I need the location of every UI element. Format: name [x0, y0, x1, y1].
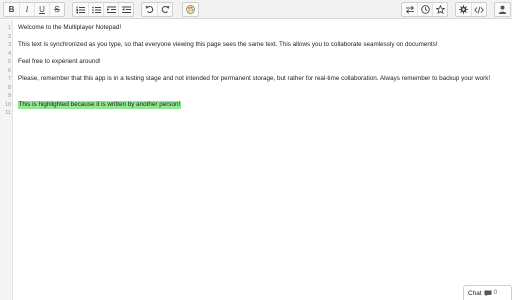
editor-line[interactable]: 11 [0, 109, 512, 117]
line-number: 5 [7, 59, 11, 65]
chat-bubble-icon [484, 290, 492, 296]
toolbar: B I U S [0, 0, 512, 19]
ordered-list-button[interactable] [73, 3, 88, 16]
color-palette-icon [186, 5, 195, 14]
session-group [401, 2, 448, 17]
unordered-list-button[interactable] [88, 3, 103, 16]
chat-label: Chat [468, 289, 482, 297]
editor-line[interactable]: 6 [0, 67, 512, 75]
outdent-icon [121, 6, 131, 13]
line-text[interactable]: Feel free to experient around! [18, 58, 101, 66]
line-number: 9 [7, 93, 11, 99]
editor-line[interactable]: 9 [0, 92, 512, 100]
clock-icon [420, 5, 430, 14]
line-text[interactable]: This text is synchronized as you type, s… [18, 41, 438, 49]
line-number: 10 [4, 101, 11, 108]
list-group [72, 2, 134, 17]
import-export-icon [405, 5, 414, 14]
ordered-list-icon [76, 6, 85, 13]
editor[interactable]: 1 Welcome to the Multiplayer Notepad! 2 3 Th… [0, 20, 512, 300]
color-palette-button[interactable] [183, 3, 198, 16]
line-number: 11 [5, 110, 11, 116]
line-text[interactable]: Welcome to the Multiplayer Notepad! [18, 24, 121, 32]
editor-line[interactable]: 7 Please, remember that this app is in a … [0, 75, 512, 83]
embed-button[interactable] [471, 3, 486, 16]
chat-button[interactable]: Chat 0 [463, 285, 512, 300]
redo-button[interactable] [157, 3, 172, 16]
bold-button[interactable]: B [4, 3, 19, 16]
timeslider-button[interactable] [417, 3, 432, 16]
settings-group [455, 2, 487, 17]
editor-line[interactable]: 4 [0, 50, 512, 58]
import-export-button[interactable] [402, 3, 417, 16]
user-icon [498, 5, 507, 14]
line-number: 6 [7, 67, 11, 74]
color-group [182, 2, 199, 17]
line-number: 1 [7, 25, 11, 31]
underline-button[interactable]: U [34, 3, 49, 16]
undo-button[interactable] [142, 3, 157, 16]
star-button[interactable] [432, 3, 447, 16]
gear-icon [459, 5, 468, 14]
indent-icon [106, 6, 116, 13]
line-number: 4 [7, 50, 11, 57]
italic-button[interactable]: I [19, 3, 34, 16]
line-number: 7 [7, 76, 11, 82]
editor-line[interactable]: 8 [0, 84, 512, 92]
editor-line[interactable]: 1 Welcome to the Multiplayer Notepad! [0, 24, 512, 32]
outdent-button[interactable] [118, 3, 133, 16]
editor-line[interactable]: 2 [0, 33, 512, 41]
settings-button[interactable] [456, 3, 471, 16]
users-button[interactable] [495, 3, 510, 16]
strikethrough-button[interactable]: S [49, 3, 64, 16]
redo-icon [161, 6, 169, 13]
editor-line[interactable]: 5 Feel free to experient around! [0, 58, 512, 66]
chat-unread-count: 0 [493, 289, 498, 296]
star-icon [435, 5, 445, 14]
highlighted-line-text[interactable]: This is highlighted because it is writte… [18, 100, 181, 109]
history-group [141, 2, 173, 17]
line-number: 2 [7, 33, 11, 40]
line-number: 3 [7, 42, 11, 48]
indent-button[interactable] [103, 3, 118, 16]
editor-line[interactable]: 10 This is highlighted because it is writ… [0, 100, 512, 109]
code-icon [474, 6, 484, 13]
editor-line[interactable]: 3 This text is synchronized as you type, … [0, 41, 512, 49]
undo-icon [145, 6, 154, 13]
line-number: 8 [7, 84, 11, 91]
line-text[interactable]: Please, remember that this app is in a t… [18, 75, 490, 83]
format-group: B I U S [3, 2, 65, 17]
users-group [494, 2, 511, 17]
unordered-list-icon [91, 6, 101, 13]
